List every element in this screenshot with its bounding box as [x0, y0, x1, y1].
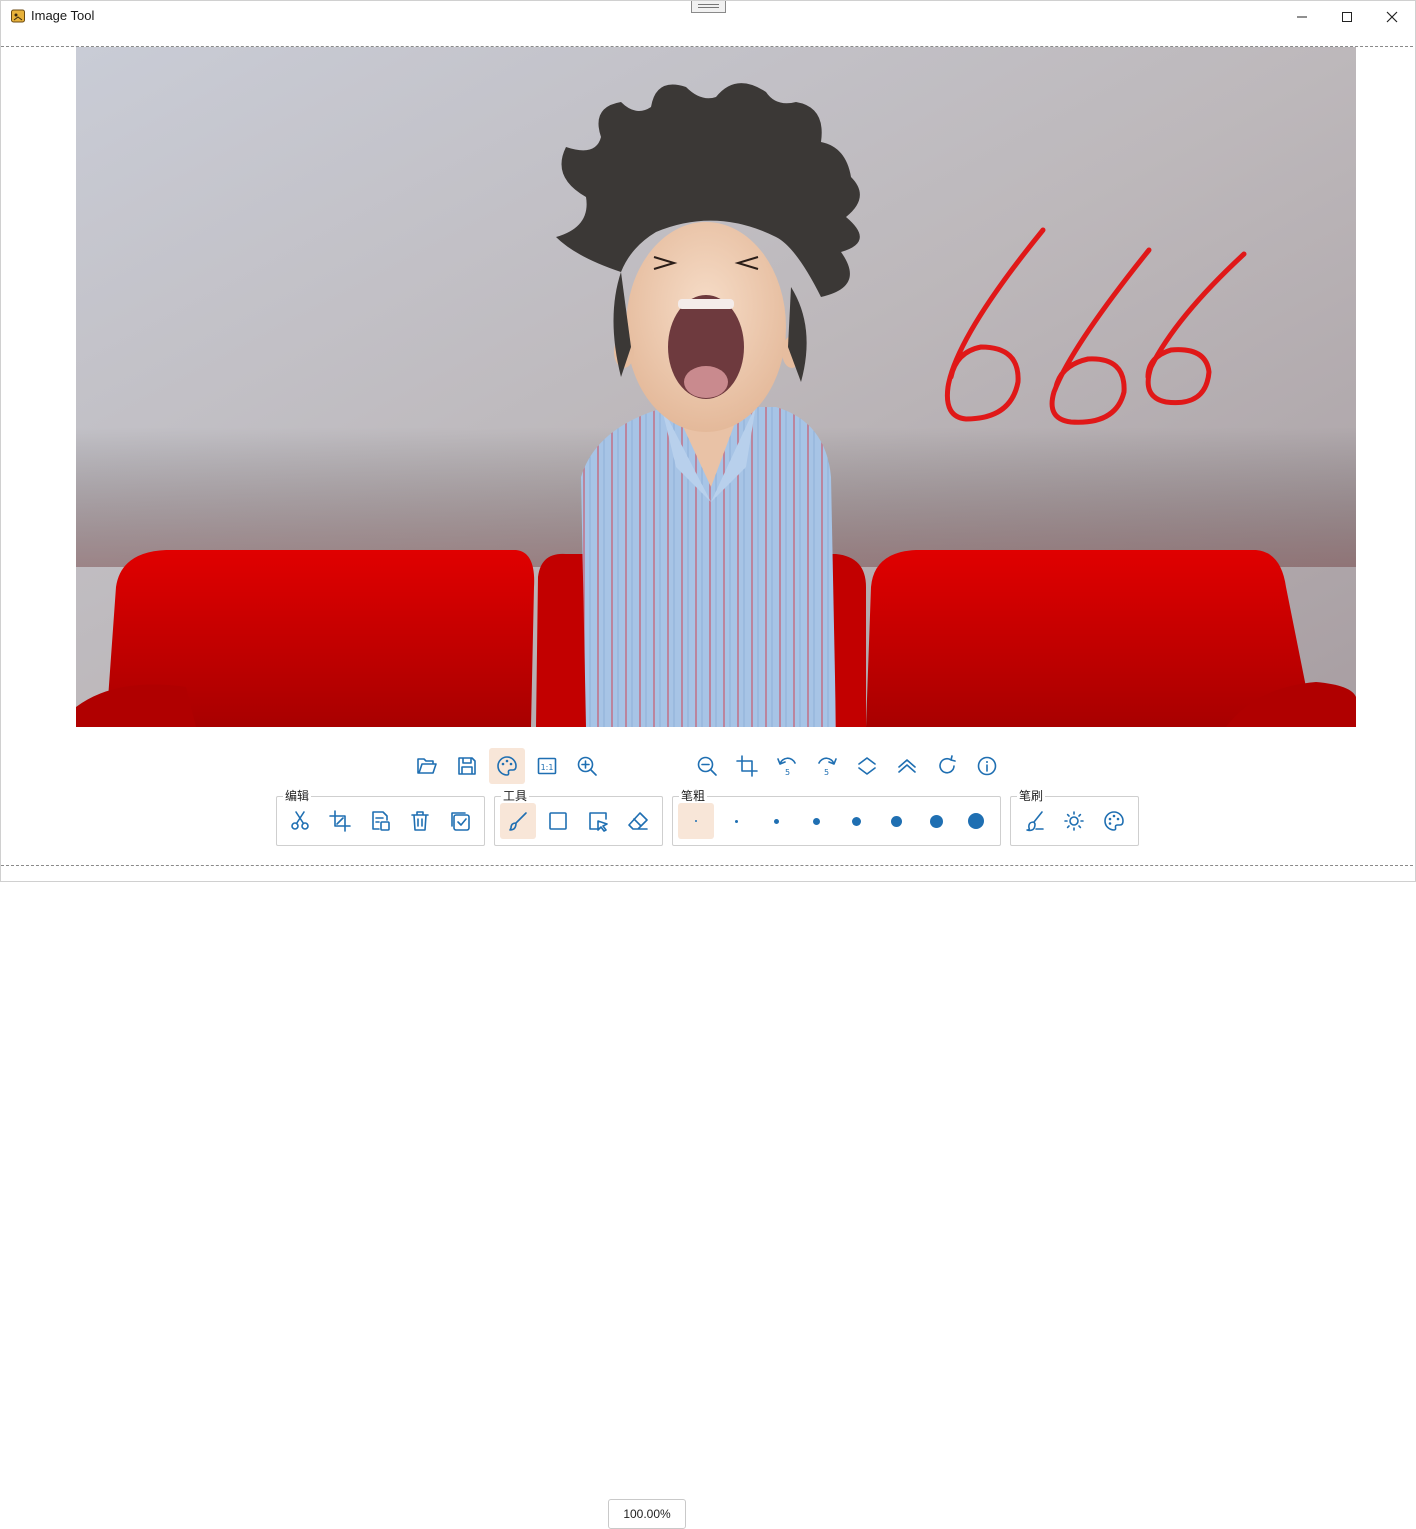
- eraser-icon[interactable]: [620, 803, 656, 839]
- edit-group-label: 编辑: [283, 787, 312, 804]
- stroke-size-6[interactable]: [878, 803, 914, 839]
- maximize-button[interactable]: [1324, 1, 1370, 32]
- app-icon: [11, 9, 25, 23]
- stroke-dot: [929, 814, 943, 828]
- zoom-level-input[interactable]: 100.00%: [608, 1499, 686, 1529]
- refresh-icon[interactable]: [929, 748, 965, 784]
- stroke-size-7[interactable]: [918, 803, 954, 839]
- rectangle-icon[interactable]: [540, 803, 576, 839]
- rotate-right-icon[interactable]: 5: [809, 748, 845, 784]
- stroke-dot: [734, 819, 738, 823]
- flip-horizontal-icon[interactable]: [889, 748, 925, 784]
- stroke-size-5[interactable]: [838, 803, 874, 839]
- stroke-dot: [812, 817, 820, 825]
- stroke-size-2[interactable]: [718, 803, 754, 839]
- stroke-dot: [968, 813, 984, 829]
- flip-vertical-icon[interactable]: [849, 748, 885, 784]
- brush-style-icon[interactable]: [1016, 803, 1052, 839]
- stroke-dot: [695, 820, 697, 822]
- brightness-icon[interactable]: [1056, 803, 1092, 839]
- stroke-size-4[interactable]: [798, 803, 834, 839]
- select-icon[interactable]: [580, 803, 616, 839]
- delete-icon[interactable]: [402, 803, 438, 839]
- color-palette-icon[interactable]: [1096, 803, 1132, 839]
- info-icon[interactable]: [969, 748, 1005, 784]
- rotate-left-icon[interactable]: 5: [769, 748, 805, 784]
- edited-image[interactable]: [76, 47, 1356, 727]
- brush-group-label: 笔刷: [1017, 787, 1046, 804]
- stroke-size-3[interactable]: [758, 803, 794, 839]
- palette-icon[interactable]: [489, 748, 525, 784]
- drag-handle[interactable]: [691, 1, 726, 13]
- stroke-size-group-label: 笔粗: [679, 787, 708, 804]
- view-toolbar: 1:1 100.00% 5 5: [0, 748, 1416, 1529]
- stroke-dot: [851, 816, 861, 826]
- copy-icon[interactable]: [362, 803, 398, 839]
- brush-icon[interactable]: [500, 803, 536, 839]
- tools-group-label: 工具: [501, 787, 530, 804]
- cut-icon[interactable]: [282, 803, 318, 839]
- confirm-icon[interactable]: [442, 803, 478, 839]
- stroke-size-1[interactable]: [678, 803, 714, 839]
- svg-text:5: 5: [785, 768, 790, 777]
- actual-size-icon[interactable]: 1:1: [529, 748, 565, 784]
- folder-open-icon[interactable]: [409, 748, 445, 784]
- crop-icon[interactable]: [729, 748, 765, 784]
- zoom-out-icon[interactable]: [689, 748, 725, 784]
- window-title: Image Tool: [31, 8, 95, 23]
- minimize-button[interactable]: [1279, 1, 1325, 32]
- save-icon[interactable]: [449, 748, 485, 784]
- svg-text:1:1: 1:1: [541, 763, 554, 772]
- stroke-size-8[interactable]: [958, 803, 994, 839]
- zoom-in-icon[interactable]: [569, 748, 605, 784]
- close-button[interactable]: [1369, 1, 1415, 32]
- stroke-dot: [890, 815, 902, 827]
- svg-text:5: 5: [824, 768, 829, 777]
- crop-selection-icon[interactable]: [322, 803, 358, 839]
- stroke-dot: [773, 818, 779, 824]
